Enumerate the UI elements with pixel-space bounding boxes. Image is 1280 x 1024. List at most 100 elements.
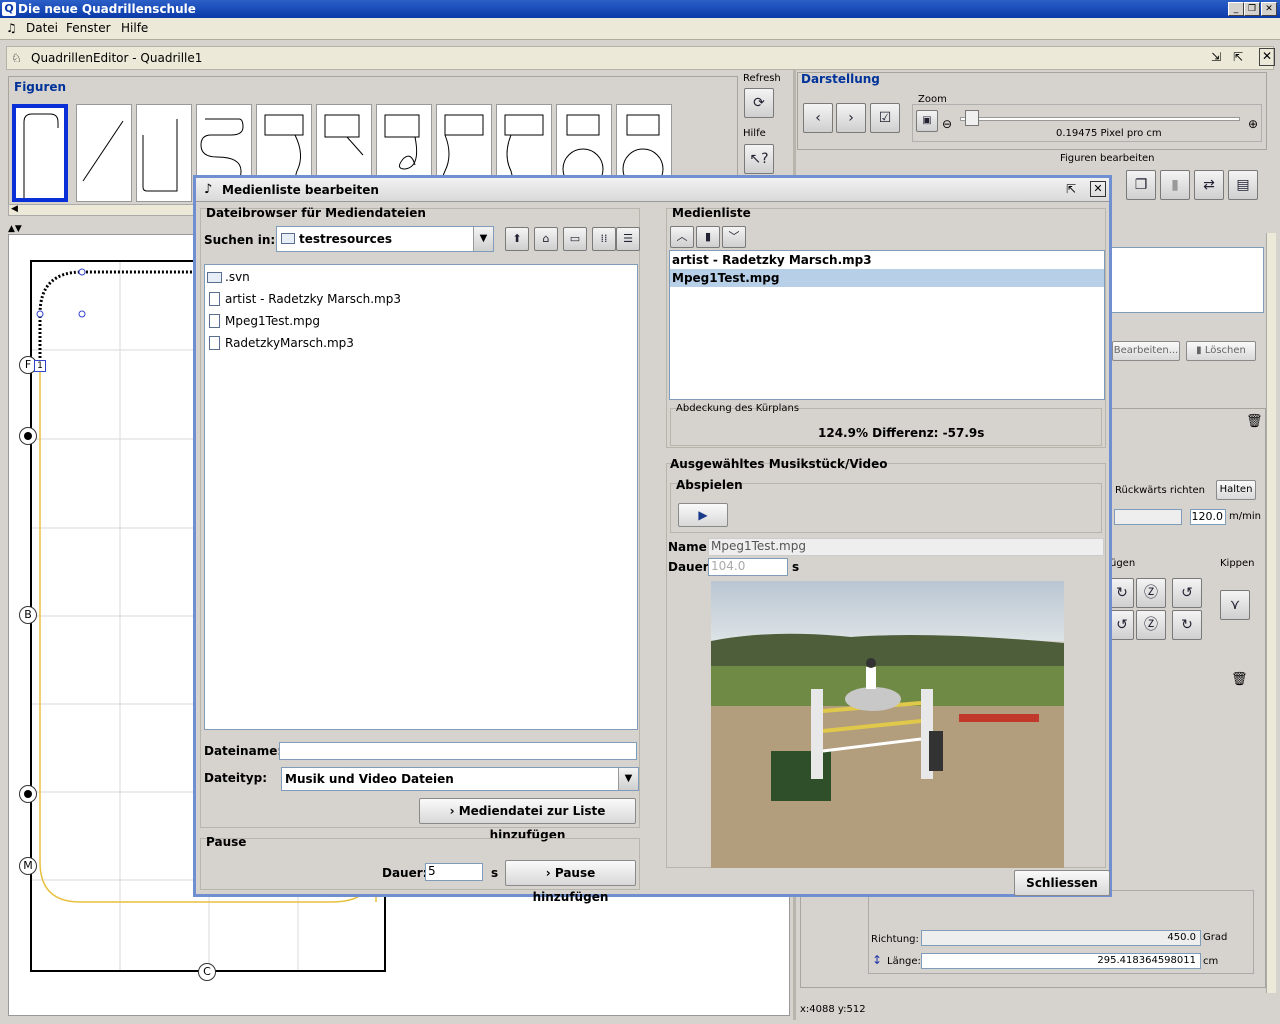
dialog-close-icon[interactable]: ✕ bbox=[1090, 181, 1106, 197]
loeschen-button[interactable]: ▮ Löschen bbox=[1186, 341, 1256, 361]
folder-select-icon bbox=[281, 233, 295, 244]
dauer-label: Dauer: bbox=[668, 560, 714, 574]
schliessen-button[interactable]: Schliessen bbox=[1014, 870, 1110, 896]
pause-dauer-label: Dauer: bbox=[382, 866, 428, 880]
app-title-bar: Die neue Quadrillenschule bbox=[0, 0, 1280, 18]
file-browser-title: Dateibrowser für Mediendateien bbox=[206, 206, 426, 220]
menu-datei[interactable]: Datei bbox=[26, 21, 58, 35]
nav-forward-button[interactable]: › bbox=[836, 103, 866, 133]
dauer-input[interactable]: 104.0 bbox=[708, 558, 788, 576]
details-view-button[interactable]: ☰ bbox=[616, 227, 640, 251]
close-icon[interactable]: ✕ bbox=[1261, 2, 1277, 16]
zoom-fit-button[interactable]: ▣ bbox=[916, 110, 938, 132]
new-folder-icon: ▭ bbox=[569, 232, 581, 245]
details-view-icon: ☰ bbox=[623, 232, 633, 245]
zoom-slider-thumb[interactable] bbox=[965, 110, 980, 126]
split-arrows-icon[interactable]: ▲▼ bbox=[8, 224, 22, 234]
restore-icon[interactable]: ⇲ bbox=[1211, 50, 1221, 64]
list-item[interactable]: RadetzkyMarsch.mp3 bbox=[205, 332, 637, 354]
kippen-label: Kippen bbox=[1220, 558, 1255, 569]
darstellung-title: Darstellung bbox=[801, 72, 880, 86]
rotate-z-button[interactable]: Ⓩ bbox=[1136, 578, 1166, 608]
rotate-handle-button[interactable]: ↺ bbox=[1172, 578, 1202, 608]
dialog-restore-icon[interactable]: ⇱ bbox=[1066, 182, 1076, 196]
music-note-icon: ♪ bbox=[204, 182, 213, 197]
chevron-down-icon[interactable]: ▼ bbox=[473, 227, 493, 251]
help-pointer-icon: ↖? bbox=[749, 151, 769, 167]
dateityp-value: Musik und Video Dateien bbox=[285, 772, 454, 786]
kippen-button[interactable]: ⋎ bbox=[1220, 590, 1250, 620]
figure-thumb-u[interactable] bbox=[136, 104, 192, 202]
remove-media-button[interactable]: ▮ bbox=[696, 226, 720, 248]
checklist-button[interactable]: ☑ bbox=[870, 103, 900, 133]
tempo-input[interactable]: 120.0 bbox=[1190, 509, 1226, 525]
play-button[interactable]: ▶ bbox=[678, 503, 728, 527]
right-scrollbar[interactable] bbox=[1266, 233, 1276, 993]
medienliste-dialog: Medienliste bearbeiten ♪ ⇱ ✕ Dateibrowse… bbox=[193, 175, 1112, 904]
nav-back-button[interactable]: ‹ bbox=[803, 103, 833, 133]
figure-start-handle[interactable]: 1 bbox=[34, 360, 46, 372]
figure-thumb-corner[interactable] bbox=[12, 104, 68, 202]
laenge-input[interactable]: 295.418364598011 bbox=[921, 953, 1201, 969]
rotate-left-button[interactable]: ↻ bbox=[1110, 578, 1134, 608]
dateityp-chevron-icon[interactable]: ▼ bbox=[618, 768, 638, 790]
help-pointer-button[interactable]: ↖? bbox=[744, 144, 774, 174]
add-media-label: Mediendatei zur Liste hinzufügen bbox=[458, 804, 606, 842]
richtung-input[interactable]: 450.0 bbox=[921, 930, 1201, 946]
tempo-slider-field[interactable] bbox=[1114, 509, 1182, 525]
rotate-z2-button[interactable]: Ⓩ bbox=[1136, 610, 1166, 640]
figure-list-box[interactable] bbox=[1108, 247, 1264, 313]
list-item[interactable]: Mpeg1Test.mpg bbox=[205, 310, 637, 332]
media-name: Mpeg1Test.mpg bbox=[672, 271, 780, 285]
home-button[interactable]: ⌂ bbox=[534, 227, 558, 251]
maximize-frame-icon[interactable]: ⇱ bbox=[1233, 50, 1243, 64]
app-title: Die neue Quadrillenschule bbox=[18, 2, 196, 16]
rotate-z2-icon: Ⓩ bbox=[1144, 617, 1158, 633]
copy-button[interactable]: ❐ bbox=[1126, 170, 1156, 200]
list-item-selected[interactable]: Mpeg1Test.mpg bbox=[670, 269, 1104, 287]
add-media-button[interactable]: › Mediendatei zur Liste hinzufügen bbox=[419, 798, 636, 842]
media-list[interactable]: artist - Radetzky Marsch.mp3 Mpeg1Test.m… bbox=[669, 250, 1105, 400]
zoom-out-icon[interactable]: ⊖ bbox=[942, 117, 952, 131]
swap-button[interactable]: ⇄ bbox=[1194, 170, 1224, 200]
save-icon: ▤ bbox=[1236, 177, 1250, 193]
rotate-left2-button[interactable]: ↺ bbox=[1110, 610, 1134, 640]
save-button[interactable]: ▤ bbox=[1228, 170, 1258, 200]
new-folder-button[interactable]: ▭ bbox=[563, 227, 587, 251]
folder-up-button[interactable]: ⬆ bbox=[505, 227, 529, 251]
delete-figure-button[interactable]: ▮ bbox=[1160, 170, 1190, 200]
menu-fenster[interactable]: Fenster bbox=[66, 21, 111, 35]
list-item[interactable]: .svn bbox=[205, 266, 637, 288]
dialog-title: Medienliste bearbeiten bbox=[222, 183, 379, 197]
scroll-left-icon[interactable]: ◀ bbox=[11, 204, 18, 214]
list-view-button[interactable]: ⁞⁞ bbox=[592, 227, 616, 251]
maximize-icon[interactable]: ❐ bbox=[1244, 2, 1260, 16]
tempo-unit: m/min bbox=[1229, 511, 1261, 522]
zoom-in-icon[interactable]: ⊕ bbox=[1248, 117, 1258, 131]
refresh-button[interactable]: ⟳ bbox=[744, 88, 774, 118]
file-list[interactable]: .svn artist - Radetzky Marsch.mp3 Mpeg1T… bbox=[204, 264, 638, 730]
move-up-button[interactable]: ︿ bbox=[670, 226, 694, 248]
list-item[interactable]: artist - Radetzky Marsch.mp3 bbox=[670, 251, 1104, 269]
bearbeiten-button[interactable]: Bearbeiten... bbox=[1112, 341, 1180, 361]
trash-icon-top[interactable]: 🗑 bbox=[1246, 414, 1263, 429]
dateityp-select[interactable]: Musik und Video Dateien ▼ bbox=[281, 767, 639, 791]
dateiname-input[interactable] bbox=[279, 742, 637, 760]
dauer-unit: s bbox=[792, 560, 800, 574]
pause-dauer-input[interactable]: 5 bbox=[425, 863, 483, 881]
video-preview[interactable] bbox=[711, 581, 1064, 868]
menu-hilfe[interactable]: Hilfe bbox=[121, 21, 148, 35]
move-down-button[interactable]: ﹀ bbox=[722, 226, 746, 248]
list-item[interactable]: artist - Radetzky Marsch.mp3 bbox=[205, 288, 637, 310]
trash-icon-bottom[interactable]: 🗑 bbox=[1231, 672, 1248, 687]
minimize-icon[interactable]: _ bbox=[1228, 2, 1244, 16]
halten-button[interactable]: Halten bbox=[1216, 480, 1256, 500]
close-frame-icon[interactable]: ✕ bbox=[1259, 48, 1275, 66]
refresh-label: Refresh bbox=[743, 73, 781, 84]
zoom-slider-track[interactable] bbox=[960, 117, 1240, 121]
figure-thumb-diagonal[interactable] bbox=[76, 104, 132, 202]
figuren-bearbeiten-title: Figuren bearbeiten bbox=[1060, 153, 1155, 164]
rotate-handle2-button[interactable]: ↻ bbox=[1172, 610, 1202, 640]
suchen-select[interactable]: testresources ▼ bbox=[276, 226, 494, 252]
add-pause-button[interactable]: › Pause hinzufügen bbox=[505, 860, 636, 904]
